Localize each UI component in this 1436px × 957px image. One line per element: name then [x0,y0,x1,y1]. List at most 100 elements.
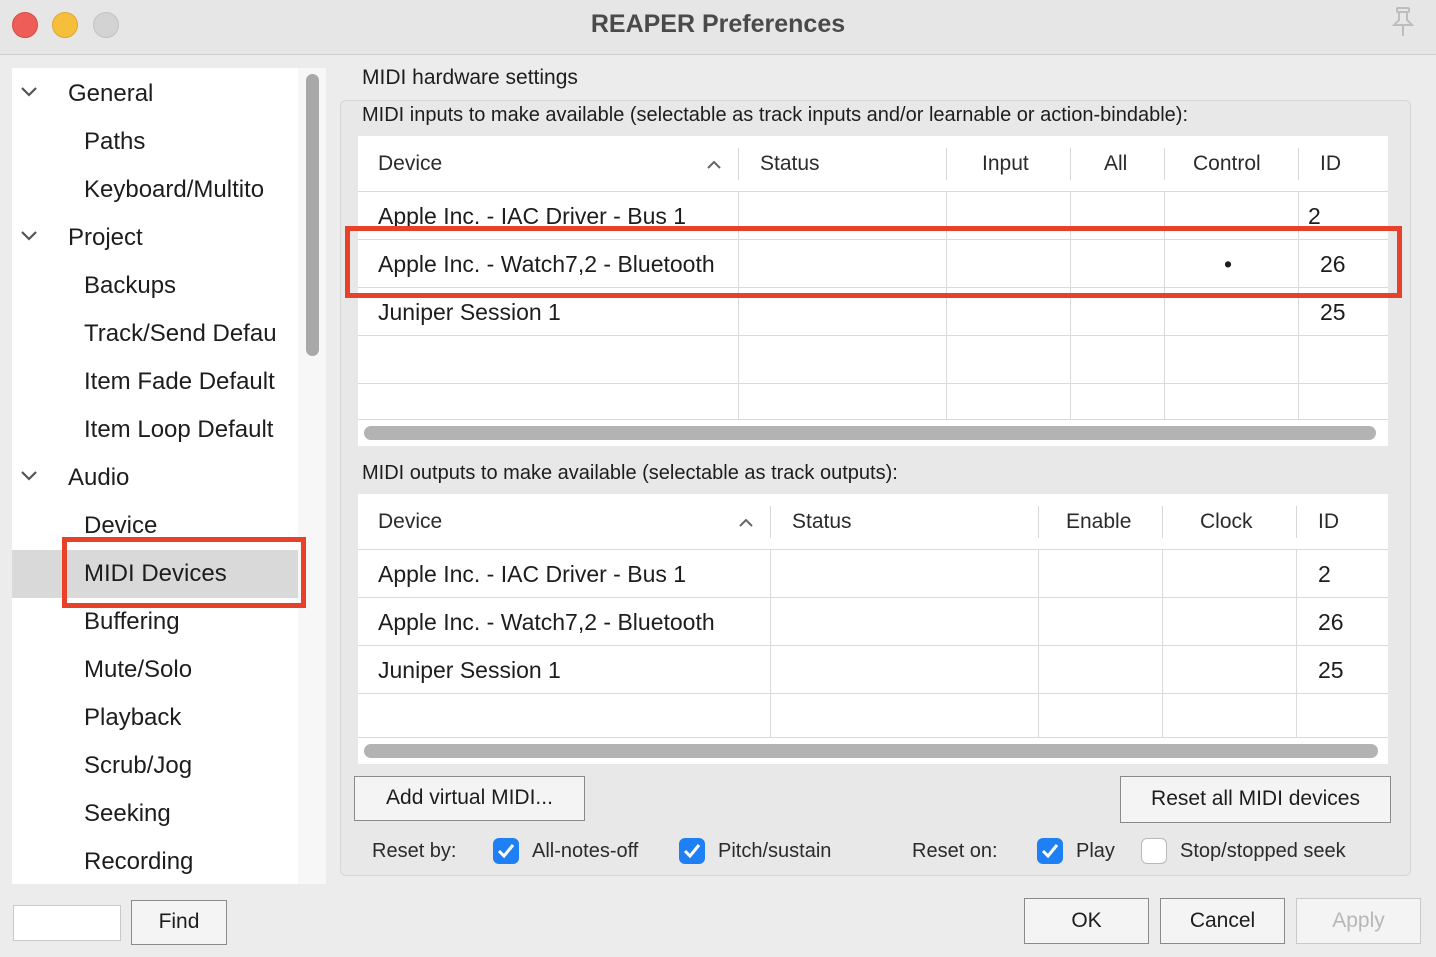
checkmark-icon [683,844,701,859]
tree-item-label: Track/Send Defau [84,320,277,347]
preferences-tree[interactable]: General Paths Keyboard/Multito Project B… [12,68,298,884]
tree-item-backups[interactable]: Backups [12,262,298,310]
sidebar-scrollbar-thumb[interactable] [306,74,319,356]
tree-item-seeking[interactable]: Seeking [12,790,298,838]
column-header-all[interactable]: All [1104,136,1164,192]
stop-stopped-seek-label[interactable]: Stop/stopped seek [1180,840,1346,863]
sort-ascending-icon[interactable] [738,518,754,528]
window-title: REAPER Preferences [590,10,846,38]
chevron-down-icon[interactable] [20,470,38,482]
midi-outputs-table[interactable]: Device Status Enable Clock ID Apple Inc.… [358,494,1388,764]
stop-stopped-seek-checkbox[interactable] [1141,838,1167,864]
tree-item-track-send-defaults[interactable]: Track/Send Defau [12,310,298,358]
tree-item-scrub-jog[interactable]: Scrub/Jog [12,742,298,790]
chevron-down-icon[interactable] [20,230,38,242]
tree-item-label: Audio [68,464,130,491]
sort-ascending-icon[interactable] [706,160,722,170]
device-cell: Apple Inc. - IAC Driver - Bus 1 [378,561,687,587]
play-label[interactable]: Play [1076,840,1115,863]
tree-item-playback[interactable]: Playback [12,694,298,742]
grid-line [358,419,1388,420]
grid-line [358,737,1388,738]
tree-item-label: Backups [84,272,177,299]
column-header-device[interactable]: Device [378,136,708,192]
outputs-horizontal-scrollbar[interactable] [364,744,1378,758]
find-button[interactable]: Find [131,900,227,945]
column-separator [1070,148,1071,180]
tree-item-label: General [68,80,154,107]
column-separator [1164,148,1165,180]
cancel-button[interactable]: Cancel [1160,898,1285,944]
column-separator [946,148,947,180]
column-header-id[interactable]: ID [1320,136,1380,192]
pitch-sustain-checkbox[interactable] [679,838,705,864]
id-cell: 25 [1320,299,1346,325]
id-cell: 26 [1318,609,1344,635]
tree-item-item-loop-defaults[interactable]: Item Loop Default [12,406,298,454]
column-header-status[interactable]: Status [792,494,992,550]
highlight-box-watch-input [345,226,1402,298]
id-cell: 25 [1318,657,1344,683]
tree-item-label: Recording [84,848,194,875]
device-cell: Apple Inc. - Watch7,2 - Bluetooth [378,609,715,635]
column-header-status[interactable]: Status [760,136,940,192]
tree-item-paths[interactable]: Paths [12,118,298,166]
column-header-clock[interactable]: Clock [1200,494,1280,550]
grid-line [358,383,1388,384]
reset-by-label: Reset by: [372,840,457,862]
table-row[interactable]: Juniper Session 1 25 [358,646,1388,693]
all-notes-off-label[interactable]: All-notes-off [532,840,638,863]
section-title: MIDI hardware settings [362,66,578,89]
add-virtual-midi-button[interactable]: Add virtual MIDI... [354,776,585,821]
tree-item-general[interactable]: General [12,70,298,118]
sidebar-scrollbar[interactable] [298,68,326,884]
tree-item-item-fade-defaults[interactable]: Item Fade Default [12,358,298,406]
checkmark-icon [1041,844,1059,859]
tree-item-label: Scrub/Jog [84,752,193,779]
tree-item-recording[interactable]: Recording [12,838,298,884]
reset-all-midi-devices-button[interactable]: Reset all MIDI devices [1120,776,1391,823]
column-header-control[interactable]: Control [1193,136,1293,192]
tree-item-label: Playback [84,704,182,731]
apply-button[interactable]: Apply [1296,898,1421,944]
search-input[interactable] [13,905,121,941]
table-row[interactable]: Apple Inc. - Watch7,2 - Bluetooth 26 [358,598,1388,645]
play-checkbox[interactable] [1037,838,1063,864]
tree-item-mute-solo[interactable]: Mute/Solo [12,646,298,694]
column-separator [1038,506,1039,538]
ok-button[interactable]: OK [1024,898,1149,944]
tree-item-label: Keyboard/Multito [84,176,265,203]
reset-on-label: Reset on: [912,840,998,862]
title-bar: REAPER Preferences [0,0,1436,55]
column-header-enable[interactable]: Enable [1066,494,1156,550]
highlight-box-midi-devices [62,537,306,608]
column-header-id[interactable]: ID [1318,494,1378,550]
chevron-down-icon[interactable] [20,86,38,98]
id-cell: 2 [1318,561,1331,587]
column-header-device[interactable]: Device [378,494,738,550]
tree-item-label: Item Fade Default [84,368,275,395]
outputs-label: MIDI outputs to make available (selectab… [362,462,898,484]
column-separator [1296,506,1297,538]
inputs-horizontal-scrollbar[interactable] [364,426,1376,440]
column-header-input[interactable]: Input [982,136,1072,192]
grid-line [358,335,1388,336]
grid-line [358,693,1388,694]
device-cell: Juniper Session 1 [378,657,561,683]
tree-item-label: Item Loop Default [84,416,274,443]
tree-item-label: Seeking [84,800,171,827]
tree-item-label: Paths [84,128,146,155]
inputs-label: MIDI inputs to make available (selectabl… [362,104,1188,126]
column-separator [738,148,739,180]
table-row[interactable]: Apple Inc. - IAC Driver - Bus 1 2 [358,550,1388,597]
pin-icon[interactable] [1388,6,1418,38]
column-separator [770,506,771,538]
pitch-sustain-label[interactable]: Pitch/sustain [718,840,831,863]
tree-item-label: Mute/Solo [84,656,193,683]
device-cell: Juniper Session 1 [378,299,561,325]
tree-item-label: Project [68,224,143,251]
tree-item-keyboard[interactable]: Keyboard/Multito [12,166,298,214]
tree-item-project[interactable]: Project [12,214,298,262]
all-notes-off-checkbox[interactable] [493,838,519,864]
tree-item-audio[interactable]: Audio [12,454,298,502]
